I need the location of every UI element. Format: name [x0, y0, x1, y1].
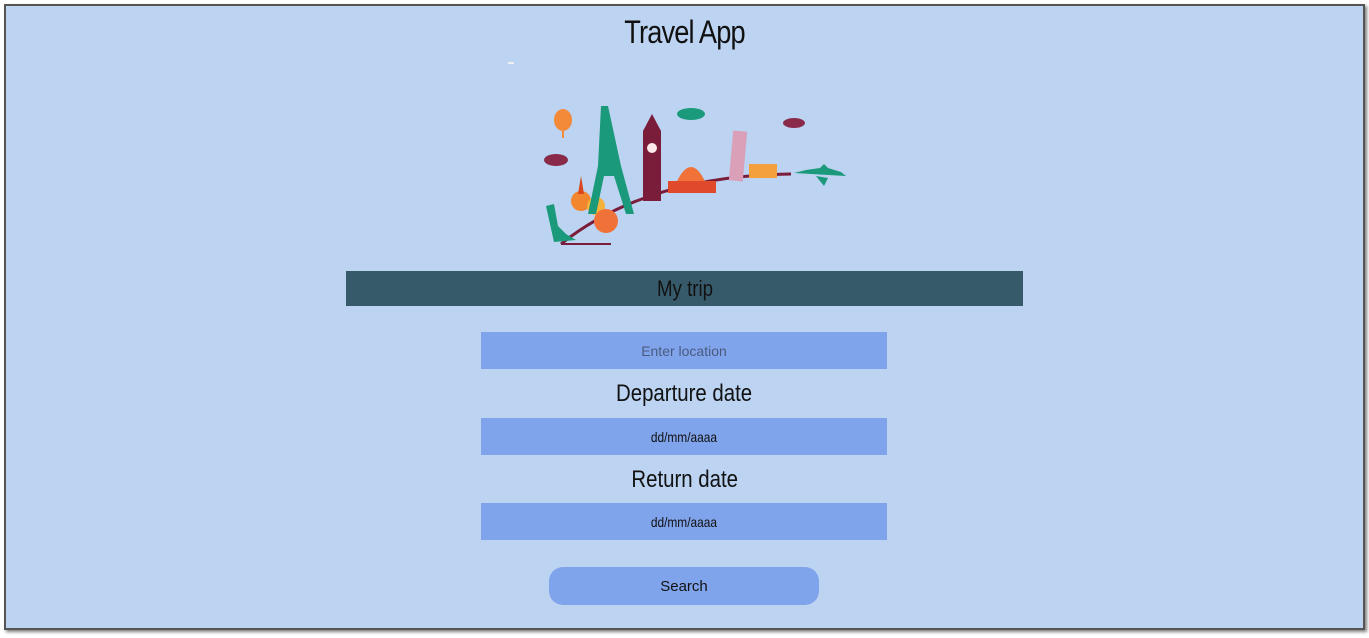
departure-date-label-text: Departure date: [616, 380, 753, 407]
travel-illustration-icon: [544, 106, 846, 246]
trip-section-title: My trip: [656, 275, 713, 301]
page-title: Travel App: [624, 14, 745, 50]
return-date-input[interactable]: dd/mm/aaaa: [481, 503, 887, 540]
return-date-value: dd/mm/aaaa: [650, 513, 718, 530]
search-button[interactable]: Search: [549, 567, 819, 605]
return-date-label-text: Return date: [631, 466, 738, 493]
return-date-label: Return date: [6, 466, 1363, 494]
departure-date-value: dd/mm/aaaa: [650, 428, 718, 445]
departure-date-label: Departure date: [6, 380, 1363, 408]
departure-date-input[interactable]: dd/mm/aaaa: [481, 418, 887, 455]
location-input[interactable]: [481, 332, 887, 369]
app-window: Travel App My trip Enter location Depart…: [4, 4, 1365, 630]
trip-section-header: My trip: [346, 271, 1023, 306]
